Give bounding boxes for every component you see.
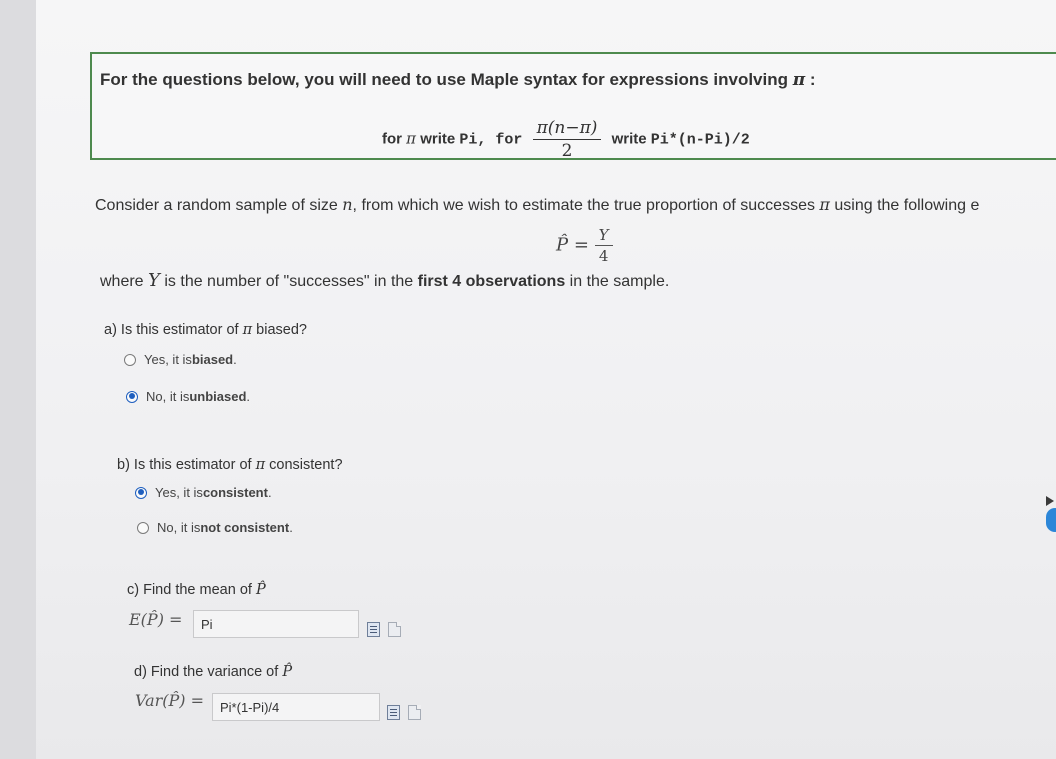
notice-title: For the questions below, you will need t… bbox=[100, 70, 816, 90]
option-b-not-consistent[interactable]: No, it is not consistent. bbox=[137, 520, 293, 535]
mean-answer-input[interactable] bbox=[193, 610, 359, 638]
help-icon[interactable] bbox=[408, 705, 421, 720]
scroll-arrow-icon[interactable] bbox=[1046, 496, 1054, 506]
option-b-consistent[interactable]: Yes, it is consistent. bbox=[135, 485, 272, 500]
expr-code: Pi*(n-Pi)/2 bbox=[650, 131, 750, 149]
window-left-edge bbox=[0, 0, 36, 759]
variance-answer-input[interactable] bbox=[212, 693, 380, 721]
preview-icon[interactable] bbox=[387, 705, 400, 720]
radio-a-unbiased[interactable] bbox=[126, 390, 138, 403]
question-a-label: a) Is this estimator of π biased? bbox=[104, 322, 307, 338]
where-clause: where Y is the number of "successes" in … bbox=[100, 270, 670, 291]
notice-fraction: π(n−π) 2 bbox=[532, 118, 602, 161]
variance-expression-label: Var(P̂) = bbox=[135, 691, 205, 710]
option-a-biased[interactable]: Yes, it is biased. bbox=[124, 352, 237, 367]
question-c-label: c) Find the mean of P̂ bbox=[127, 582, 266, 598]
scrollbar-thumb[interactable] bbox=[1046, 508, 1056, 532]
option-a-unbiased[interactable]: No, it is unbiased. bbox=[126, 389, 250, 404]
question-d-label: d) Find the variance of P̂ bbox=[134, 664, 293, 680]
estimator-formula: P̂ = Y 4 bbox=[556, 226, 613, 265]
preview-icon[interactable] bbox=[367, 622, 380, 637]
radio-a-biased[interactable] bbox=[124, 353, 136, 366]
pi-code: Pi bbox=[459, 131, 478, 149]
help-icon[interactable] bbox=[388, 622, 401, 637]
radio-b-consistent[interactable] bbox=[135, 486, 147, 499]
question-b-label: b) Is this estimator of π consistent? bbox=[117, 457, 343, 473]
radio-b-not-consistent[interactable] bbox=[137, 521, 149, 534]
mean-expression-label: E(P̂) = bbox=[129, 610, 183, 629]
problem-intro: Consider a random sample of size n, from… bbox=[95, 195, 980, 214]
syntax-hint-row: for π write Pi, for π(n−π) 2 write Pi*(n… bbox=[382, 118, 750, 161]
